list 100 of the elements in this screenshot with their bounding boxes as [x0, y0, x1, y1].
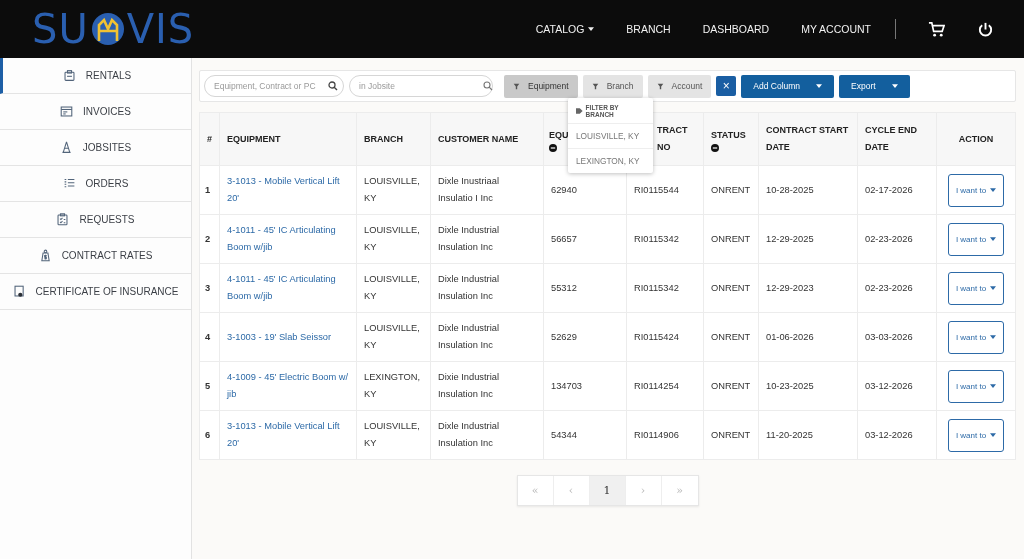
- dropdown-button[interactable]: Export: [839, 74, 910, 98]
- column-header: #: [207, 133, 212, 144]
- invoice-icon: [60, 105, 74, 118]
- nav-link[interactable]: CATALOG: [535, 23, 595, 35]
- action-dropdown[interactable]: I want to: [947, 418, 1005, 452]
- page-button[interactable]: 1: [589, 476, 626, 505]
- table-cell: 11-20-2025: [766, 429, 813, 440]
- column-header: BRANCH: [364, 133, 403, 144]
- table-cell: LOUISVILLE, KY: [364, 421, 420, 448]
- clipboard-icon: [62, 69, 76, 82]
- table-cell: 1: [205, 184, 211, 195]
- table-cell: 01-06-2026: [766, 331, 814, 342]
- minus-icon[interactable]: [711, 143, 719, 152]
- column-header: EQU: [549, 129, 569, 140]
- table-cell: RI0115342: [634, 282, 679, 293]
- sidebar-item[interactable]: RENTALS: [0, 58, 191, 94]
- action-dropdown[interactable]: I want to: [947, 320, 1005, 354]
- sidebar-item[interactable]: CERTIFICATE OF INSURANCE: [0, 274, 191, 310]
- nav-link[interactable]: BRANCH: [626, 23, 671, 35]
- caret-icon: [990, 384, 997, 388]
- cart-icon[interactable]: [928, 20, 945, 38]
- caret-icon: [990, 433, 997, 437]
- logo-text: SU: [32, 9, 89, 49]
- table-cell: LOUISVILLE, KY: [364, 274, 420, 301]
- caret-icon: [990, 335, 997, 339]
- search-field[interactable]: Equipment, Contract or PC: [204, 75, 344, 97]
- menu-option[interactable]: LEXINGTON, KY: [568, 149, 653, 173]
- table-cell: LEXINGTON, KY: [364, 372, 421, 399]
- action-dropdown[interactable]: I want to: [947, 173, 1005, 207]
- table-cell: Dixle Inustriaal Insulatio I Inc: [438, 176, 499, 203]
- table-cell: Dixle Industrial Insulation Inc: [438, 323, 499, 350]
- table-cell: LOUISVILLE, KY: [364, 176, 420, 203]
- filter-icon: [513, 82, 520, 90]
- filter-button[interactable]: Account: [647, 74, 712, 98]
- table-cell: 03-03-2026: [865, 331, 913, 342]
- table-cell: 2: [205, 233, 211, 244]
- table-cell: 134703: [551, 380, 583, 391]
- table-cell: 10-23-2025: [766, 380, 814, 391]
- table-cell: 55312: [551, 282, 577, 293]
- minus-icon[interactable]: [549, 143, 557, 152]
- action-dropdown[interactable]: I want to: [947, 222, 1005, 256]
- table-cell: LOUISVILLE, KY: [364, 323, 420, 350]
- logo-icon: [89, 11, 126, 47]
- table-cell: 6: [205, 429, 211, 440]
- table-cell: 12-29-2025: [766, 233, 814, 244]
- table-cell: RI0114254: [634, 380, 679, 391]
- column-header: ACTION: [958, 133, 994, 144]
- caret-icon: [990, 237, 997, 241]
- caret-icon: [816, 84, 823, 88]
- certificate-icon: [12, 285, 26, 298]
- nav-link[interactable]: MY ACCOUNT: [801, 23, 871, 35]
- cone-icon: [59, 141, 73, 154]
- table-cell: Dixle Industrial Insulation Inc: [438, 225, 499, 252]
- power-icon[interactable]: [977, 20, 994, 38]
- table-cell: ONRENT: [711, 380, 751, 391]
- column-header: STATUS: [711, 129, 746, 140]
- filter-button[interactable]: Equipment: [504, 74, 578, 98]
- logo-text: VIS: [126, 9, 195, 49]
- caret-icon: [588, 27, 595, 31]
- table-cell: 4: [205, 331, 211, 342]
- table-cell: Dixle Industrial Insulation Inc: [438, 274, 499, 301]
- table-cell: 56657: [551, 233, 577, 244]
- action-dropdown[interactable]: I want to: [947, 271, 1005, 305]
- table-cell: ONRENT: [711, 282, 751, 293]
- filter-icon: [591, 82, 599, 90]
- sidebar-item[interactable]: REQUESTS: [0, 202, 191, 238]
- table-cell: ONRENT: [711, 429, 751, 440]
- sidebar-item[interactable]: ORDERS: [0, 166, 191, 202]
- filter-button[interactable]: Branch: [582, 74, 643, 98]
- caret-icon: [990, 188, 997, 192]
- table-cell: 10-28-2025: [766, 184, 814, 195]
- column-header: CUSTOMER NAME: [438, 133, 519, 144]
- table-cell: RI0115544: [634, 184, 679, 195]
- table-cell: Dixle Industrial Insulation Inc: [438, 421, 499, 448]
- table-cell: 02-17-2026: [865, 184, 913, 195]
- action-dropdown[interactable]: I want to: [947, 369, 1005, 403]
- table-cell: ONRENT: [711, 331, 751, 342]
- price-tag-icon: [38, 249, 52, 262]
- filter-icon: [656, 82, 664, 90]
- search-icon: [483, 81, 493, 91]
- dropdown-button[interactable]: Add Column: [741, 74, 835, 98]
- search-icon: [328, 81, 338, 91]
- table-cell: 62940: [551, 184, 577, 195]
- sidebar-item[interactable]: JOBSITES: [0, 130, 191, 166]
- table-cell: 52629: [551, 331, 577, 342]
- table-cell: LOUISVILLE, KY: [364, 225, 420, 252]
- table-cell: RI0114906: [634, 429, 679, 440]
- nav-link[interactable]: DASHBOARD: [702, 23, 770, 35]
- column-header: CONTRACT START DATE: [766, 125, 849, 152]
- column-header: CYCLE END DATE: [865, 125, 917, 152]
- caret-icon: [990, 286, 997, 290]
- clear-filters-button[interactable]: ×: [716, 76, 737, 96]
- list-icon: [62, 177, 76, 190]
- table-cell: ONRENT: [711, 233, 751, 244]
- caret-icon: [891, 84, 898, 88]
- table-cell: 3: [205, 282, 211, 293]
- sidebar-item[interactable]: INVOICES: [0, 94, 191, 130]
- checklist-icon: [56, 213, 70, 226]
- jobsite-field[interactable]: in Jobsite: [349, 75, 493, 97]
- sidebar-item[interactable]: CONTRACT RATES: [0, 238, 191, 274]
